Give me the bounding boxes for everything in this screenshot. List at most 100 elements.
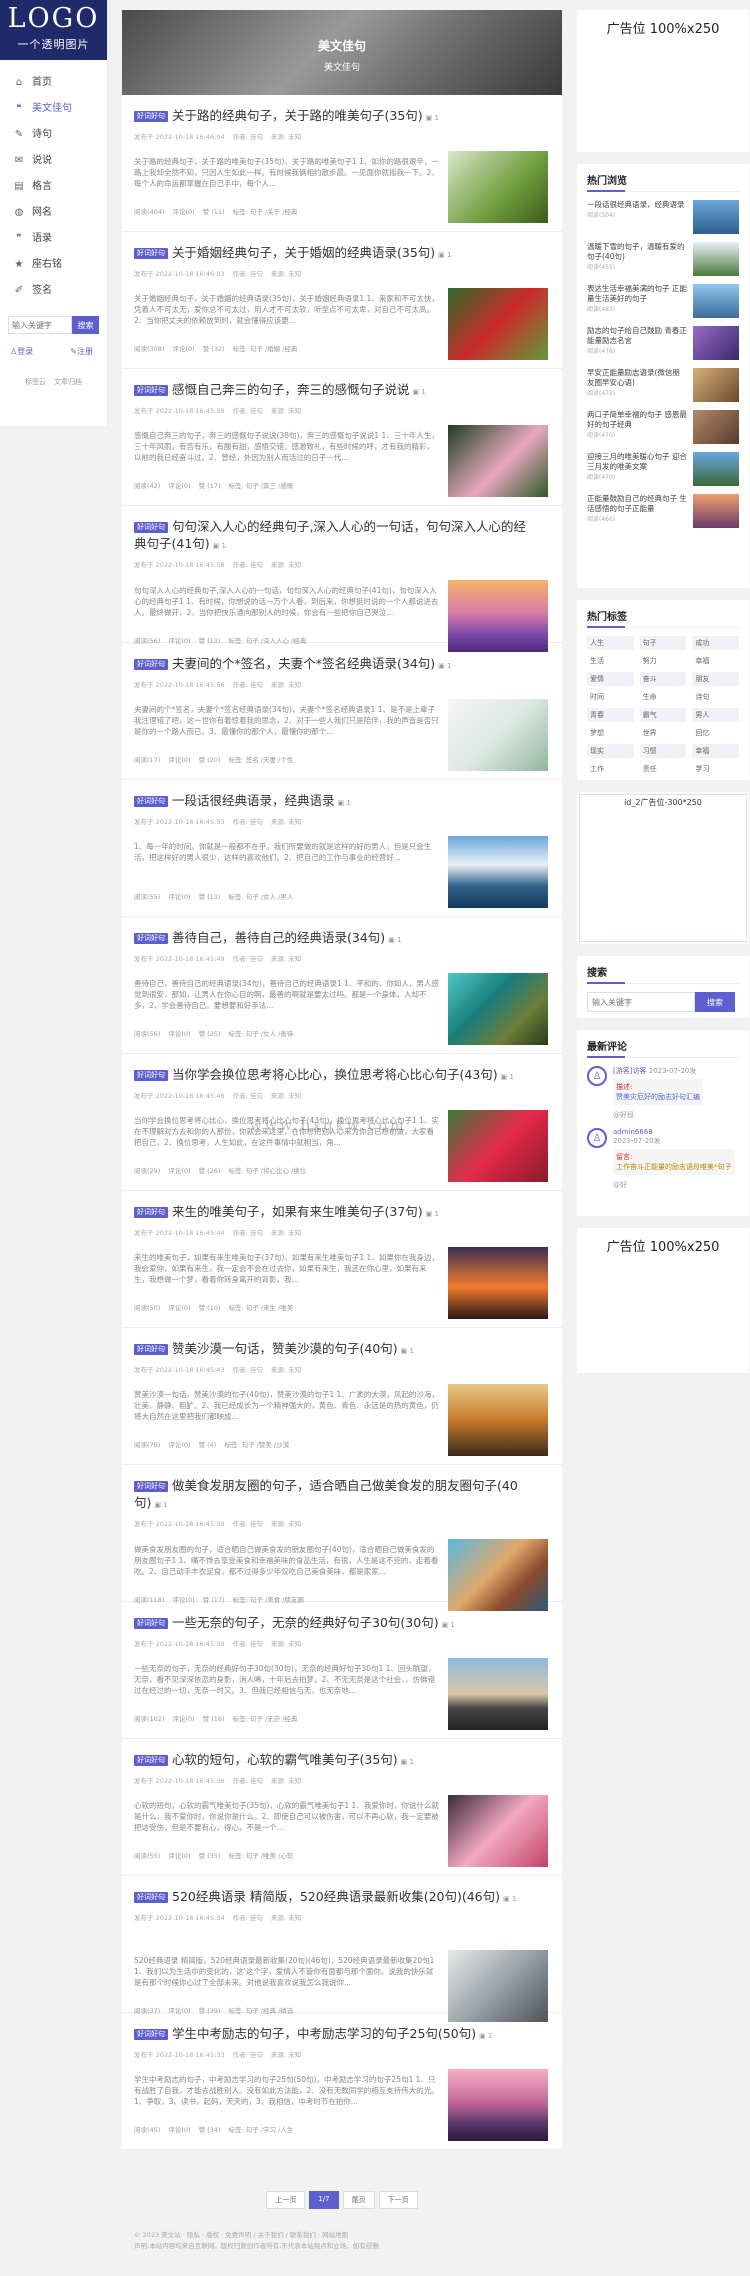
category-badge[interactable]: 好词好句 bbox=[134, 933, 168, 944]
archive-link[interactable]: 文章归档 bbox=[54, 377, 82, 387]
post-thumbnail[interactable] bbox=[448, 1247, 548, 1319]
hot-post-item[interactable]: 温暖下雪的句子，温暖有爱的句子(40句) 阅读(455) bbox=[587, 242, 739, 276]
tag-link[interactable]: 幸福 bbox=[692, 744, 739, 758]
post-thumbnail[interactable] bbox=[448, 1539, 548, 1611]
post-title[interactable]: 好词好句 一段话很经典语录，经典语录 ▣ 1 bbox=[134, 792, 548, 812]
hot-post-thumbnail[interactable] bbox=[693, 242, 739, 276]
comments-link[interactable]: 评论(0) bbox=[168, 2126, 190, 2134]
sidebar-search-input[interactable] bbox=[8, 316, 72, 334]
ad-top[interactable]: 广告位 100%x250 bbox=[577, 10, 749, 152]
category-badge[interactable]: 好词好句 bbox=[134, 2029, 168, 2040]
post-tags[interactable]: 标签: 句子 /唯美 /心软 bbox=[228, 1852, 293, 1860]
post-title[interactable]: 好词好句 夫妻间的个*签名，夫妻个*签名经典语录(34句) ▣ 1 bbox=[134, 655, 548, 675]
category-badge[interactable]: 好词好句 bbox=[134, 522, 168, 533]
post-title[interactable]: 好词好句 句句深入人心的经典句子,深入人心的一句话，句句深入人心的经典句子(41句… bbox=[134, 518, 548, 555]
post-title[interactable]: 好词好句 一些无奈的句子，无奈的经典好句子30句(30句) ▣ 1 bbox=[134, 1614, 548, 1634]
post-tags[interactable]: 标签: 句子 /婚姻 /经典 bbox=[233, 345, 298, 353]
tag-link[interactable]: 习惯 bbox=[639, 744, 687, 758]
tag-link[interactable]: 责任 bbox=[640, 762, 687, 776]
category-badge[interactable]: 好词好句 bbox=[134, 1207, 168, 1218]
comments-link[interactable]: 评论(0) bbox=[168, 482, 190, 490]
hot-post-item[interactable]: 表达生活幸福美满的句子 正能量生活美好的句子 阅读(483) bbox=[587, 284, 739, 318]
category-badge[interactable]: 好词好句 bbox=[134, 1618, 168, 1629]
post-title[interactable]: 好词好句 当你学会换位思考将心比心，换位思考将心比心句子(43句) ▣ 1 bbox=[134, 1066, 548, 1086]
post-thumbnail[interactable] bbox=[448, 2069, 548, 2141]
breadcrumb[interactable]: 美文佳句 bbox=[122, 60, 562, 73]
register-link[interactable]: ✎注册 bbox=[70, 346, 93, 357]
hot-post-item[interactable]: 两口子简单幸福的句子 感恩最好的句子经典 阅读(470) bbox=[587, 410, 739, 444]
comments-link[interactable]: 评论(0) bbox=[168, 1030, 190, 1038]
post-tags[interactable]: 标签: 句子 /来生 /唯美 bbox=[228, 1304, 293, 1312]
post-tags[interactable]: 标签: 句子 /女人 /善待 bbox=[228, 1030, 293, 1038]
tag-link[interactable]: 现实 bbox=[587, 744, 634, 758]
sidebar-search-button[interactable]: 搜索 bbox=[72, 316, 99, 334]
nav-item-nicknames[interactable]: ◍ 网名 bbox=[0, 200, 107, 226]
prev-page-button[interactable]: 上一页 bbox=[266, 2191, 306, 2209]
hot-post-thumbnail[interactable] bbox=[693, 200, 739, 234]
tag-link[interactable]: 回忆 bbox=[692, 726, 739, 740]
post-thumbnail[interactable] bbox=[448, 425, 548, 497]
tag-link[interactable]: 句子 bbox=[639, 636, 687, 650]
like-button[interactable]: 赞 (11) bbox=[203, 208, 225, 216]
like-button[interactable]: 赞 (35) bbox=[199, 1852, 221, 1860]
nav-item-sayings[interactable]: ✉ 说说 bbox=[0, 148, 107, 174]
post-thumbnail[interactable] bbox=[448, 151, 548, 223]
tag-link[interactable]: 学习 bbox=[692, 762, 739, 776]
tag-link[interactable]: 成功 bbox=[692, 636, 739, 650]
like-button[interactable]: 赞 (25) bbox=[199, 1030, 221, 1038]
comments-link[interactable]: 评论(0) bbox=[172, 208, 194, 216]
nav-item-poems[interactable]: ✎ 诗句 bbox=[0, 122, 107, 148]
comments-link[interactable]: 评论(0) bbox=[168, 756, 190, 764]
tag-link[interactable]: 爱情 bbox=[587, 672, 634, 686]
tag-link[interactable]: 朋友 bbox=[692, 672, 739, 686]
like-button[interactable]: 赞 (13) bbox=[199, 893, 221, 901]
hot-post-item[interactable]: 正能量鼓励自己的经典句子 生活感悟的句子正能量 阅读(466) bbox=[587, 494, 739, 528]
category-badge[interactable]: 好词好句 bbox=[134, 111, 168, 122]
like-button[interactable]: 赞 (32) bbox=[203, 345, 225, 353]
tag-link[interactable]: 时间 bbox=[587, 690, 634, 704]
comments-link[interactable]: 评论(0) bbox=[172, 345, 194, 353]
category-badge[interactable]: 好词好句 bbox=[134, 796, 168, 807]
tag-link[interactable]: 青春 bbox=[587, 708, 634, 722]
comments-link[interactable]: 评论(0) bbox=[168, 1304, 190, 1312]
category-badge[interactable]: 好词好句 bbox=[134, 1344, 168, 1355]
tag-link[interactable]: 霸气 bbox=[639, 708, 687, 722]
hot-post-item[interactable]: 励志的句子给自己鼓励 青春正能量励志名言 阅读(478) bbox=[587, 326, 739, 360]
tag-cloud-link[interactable]: 标签云 bbox=[25, 377, 46, 387]
post-title[interactable]: 好词好句 做美食发朋友圈的句子，适合晒自己做美食发的朋友圈句子(40句) ▣ 1 bbox=[134, 1477, 548, 1514]
post-tags[interactable]: 标签: 句子 /关于 /经典 bbox=[233, 208, 298, 216]
category-badge[interactable]: 好词好句 bbox=[134, 385, 168, 396]
tag-link[interactable]: 生活 bbox=[587, 654, 634, 668]
next-page-button[interactable]: 下一页 bbox=[378, 2191, 418, 2209]
hot-post-thumbnail[interactable] bbox=[693, 368, 739, 402]
hot-post-thumbnail[interactable] bbox=[693, 326, 739, 360]
login-link[interactable]: ♙登录 bbox=[10, 346, 33, 357]
post-thumbnail[interactable] bbox=[448, 1658, 548, 1730]
hot-post-item[interactable]: 一段话很经典语录，经典语录 阅读(504) bbox=[587, 200, 739, 234]
nav-item-quotes[interactable]: ❝ 美文佳句 bbox=[0, 96, 107, 122]
tag-link[interactable]: 奋斗 bbox=[639, 672, 687, 686]
comments-link[interactable]: 评论(0) bbox=[168, 1441, 190, 1449]
comments-link[interactable]: 评论(0) bbox=[168, 1852, 190, 1860]
like-button[interactable]: 赞 (20) bbox=[199, 756, 221, 764]
comments-link[interactable]: 评论(0) bbox=[168, 1167, 190, 1175]
nav-item-quotations[interactable]: ❞ 语录 bbox=[0, 226, 107, 252]
like-button[interactable]: 赞 (10) bbox=[199, 1304, 221, 1312]
tag-link[interactable]: 幸福 bbox=[692, 654, 739, 668]
post-tags[interactable]: 标签: 句子 /无奈 /经典 bbox=[233, 1715, 298, 1723]
hot-post-thumbnail[interactable] bbox=[693, 410, 739, 444]
post-thumbnail[interactable] bbox=[448, 1795, 548, 1867]
post-title[interactable]: 好词好句 学生中考励志的句子，中考励志学习的句子25句(50句) ▣ 1 bbox=[134, 2025, 548, 2045]
category-badge[interactable]: 好词好句 bbox=[134, 659, 168, 670]
category-badge[interactable]: 好词好句 bbox=[134, 1755, 168, 1766]
post-title[interactable]: 好词好句 关于婚姻经典句子，关于婚姻的经典语录(35句) ▣ 1 bbox=[134, 244, 548, 264]
post-tags[interactable]: 标签: 句子 /奔三 /感慨 bbox=[228, 482, 293, 490]
comment-text[interactable]: 留言: 工作奋斗正能量的励志语段唯美*句子 bbox=[613, 1149, 735, 1175]
post-thumbnail[interactable] bbox=[448, 1384, 548, 1456]
hot-post-thumbnail[interactable] bbox=[693, 284, 739, 318]
nav-item-signatures[interactable]: ✐ 签名 bbox=[0, 278, 107, 304]
like-button[interactable]: 赞 (34) bbox=[199, 2126, 221, 2134]
category-badge[interactable]: 好词好句 bbox=[134, 248, 168, 259]
post-tags[interactable]: 标签: 签名 /夫妻 /个性 bbox=[228, 756, 293, 764]
post-tags[interactable]: 标签: 句子 /将心比心 /换位 bbox=[228, 1167, 306, 1175]
